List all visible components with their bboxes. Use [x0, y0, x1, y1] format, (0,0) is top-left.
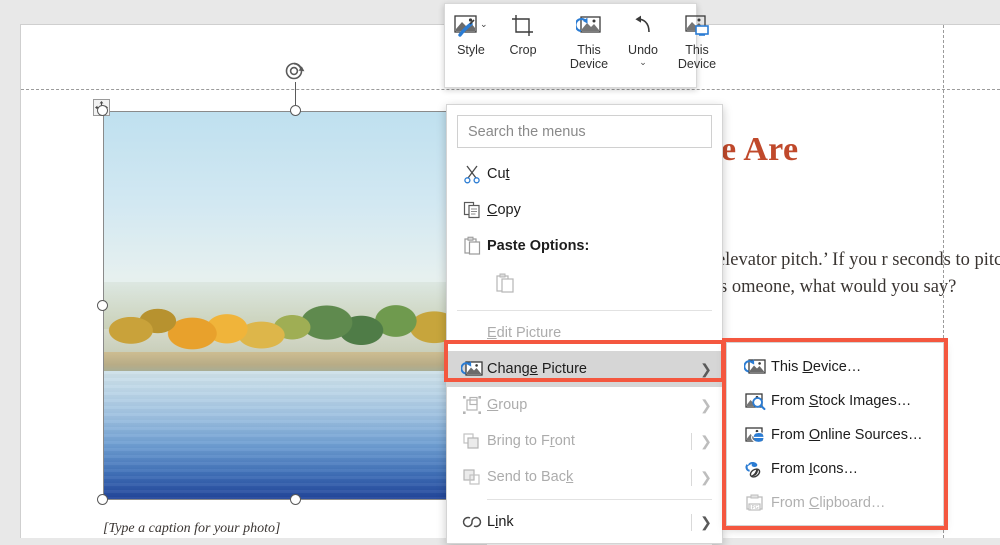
rotate-handle[interactable] — [284, 60, 306, 82]
from-clipboard-icon: JPG — [739, 493, 771, 513]
mini-toolbar-group-picture: This Device Undo ⌄ Th — [561, 4, 725, 87]
resize-handle-sw[interactable] — [97, 494, 108, 505]
picture-mini-toolbar[interactable]: ⌄ Style Crop — [444, 3, 697, 88]
menu-item-bring-to-front-label: Bring to Front — [487, 433, 691, 449]
chevron-right-icon: ❯ — [698, 469, 714, 486]
menu-item-cut-label: Cut — [487, 166, 714, 182]
picture-style-icon: ⌄ — [454, 13, 488, 39]
mini-toolbar-group-format: ⌄ Style Crop — [445, 4, 549, 87]
picture-treeline — [104, 282, 488, 359]
submenu-item-from-icons[interactable]: From Icons… — [727, 452, 943, 486]
menu-item-link[interactable]: Link ❯ — [447, 504, 722, 540]
link-icon — [457, 513, 487, 531]
menu-item-divider — [691, 469, 692, 486]
this-device-icon — [739, 357, 771, 377]
clipboard-icon — [457, 236, 487, 256]
picture-autumn-lake[interactable] — [103, 111, 489, 500]
menu-item-change-picture-label: Change Picture — [487, 361, 698, 377]
chevron-right-icon: ❯ — [698, 433, 714, 450]
menu-item-paste-options-label: Paste Options: — [487, 238, 714, 254]
picture-context-menu[interactable]: Search the menus Cut Copy — [446, 104, 723, 544]
crop-icon — [511, 13, 535, 39]
svg-text:⌄: ⌄ — [480, 20, 488, 30]
submenu-item-from-stock-images[interactable]: From Stock Images… — [727, 384, 943, 418]
resize-handle-s[interactable] — [290, 494, 301, 505]
menu-item-divider — [691, 433, 692, 450]
submenu-item-from-clipboard: JPG From Clipboard… — [727, 486, 943, 520]
menu-separator — [457, 310, 712, 311]
submenu-item-this-device-label: This Device… — [771, 359, 861, 375]
paste-options-row[interactable] — [447, 264, 722, 306]
chevron-right-icon: ❯ — [698, 514, 714, 531]
menu-item-change-picture[interactable]: Change Picture ❯ — [447, 351, 722, 387]
submenu-item-this-device[interactable]: This Device… — [727, 350, 943, 384]
picture-lake — [104, 371, 488, 499]
from-icons-icon — [739, 459, 771, 479]
picture-style-label: Style — [457, 43, 485, 57]
copy-icon — [457, 200, 487, 220]
crop-button[interactable]: Crop — [497, 4, 549, 57]
page-heading: e Are — [721, 131, 798, 169]
send-to-back-icon — [457, 467, 487, 487]
bring-to-front-icon — [457, 431, 487, 451]
change-picture-this-device-button[interactable]: This Device — [561, 4, 617, 71]
menu-item-group: Group ❯ — [447, 387, 722, 423]
undo-chevron-down-icon[interactable]: ⌄ — [639, 58, 647, 66]
menu-item-bring-to-front: Bring to Front ❯ — [447, 423, 722, 459]
resize-handle-n[interactable] — [290, 105, 301, 116]
change-picture-submenu[interactable]: This Device… From Stock Images… From Onl — [726, 342, 944, 526]
undo-icon — [630, 13, 656, 39]
menu-item-edit-picture-label: Edit Picture — [487, 325, 714, 341]
menu-item-cut[interactable]: Cut — [447, 156, 722, 192]
picture-style-button[interactable]: ⌄ Style — [445, 4, 497, 57]
submenu-item-from-stock-images-label: From Stock Images… — [771, 393, 911, 409]
menu-item-copy[interactable]: Copy — [447, 192, 722, 228]
menu-item-paste-options[interactable]: Paste Options: — [447, 228, 722, 264]
resize-handle-w[interactable] — [97, 300, 108, 311]
menu-item-copy-label: Copy — [487, 202, 714, 218]
menu-item-link-label: Link — [487, 514, 691, 530]
insert-picture-device-icon — [684, 13, 710, 39]
menu-item-group-label: Group — [487, 397, 698, 413]
scissors-icon — [457, 164, 487, 184]
change-picture-device-icon — [576, 13, 602, 39]
menu-item-divider — [691, 514, 692, 531]
menu-separator — [487, 499, 712, 500]
insert-picture-device-label: This Device — [675, 43, 719, 71]
submenu-item-from-online-sources[interactable]: From Online Sources… — [727, 418, 943, 452]
picture-caption-placeholder[interactable]: [Type a caption for your photo] — [103, 521, 280, 537]
insert-picture-this-device-button[interactable]: This Device — [669, 4, 725, 71]
undo-button[interactable]: Undo ⌄ — [617, 4, 669, 66]
crop-label: Crop — [509, 43, 536, 57]
search-input[interactable]: Search the menus — [457, 115, 712, 148]
online-sources-icon — [739, 425, 771, 445]
chevron-right-icon: ❯ — [698, 397, 714, 414]
change-picture-device-label: This Device — [567, 43, 611, 71]
menu-item-edit-picture: Edit Picture — [447, 315, 722, 351]
submenu-item-from-clipboard-label: From Clipboard… — [771, 495, 885, 511]
chevron-right-icon: ❯ — [698, 361, 714, 378]
submenu-item-from-online-sources-label: From Online Sources… — [771, 427, 923, 443]
resize-handle-nw[interactable] — [97, 105, 108, 116]
search-placeholder: Search the menus — [468, 124, 586, 140]
menu-item-send-to-back-label: Send to Back — [487, 469, 691, 485]
margin-guide-top — [21, 89, 1000, 90]
selected-picture-frame[interactable] — [103, 111, 489, 500]
change-picture-icon — [457, 359, 487, 379]
undo-label: Undo — [628, 43, 658, 57]
svg-text:JPG: JPG — [749, 505, 759, 511]
stock-images-icon — [739, 391, 771, 411]
submenu-item-from-icons-label: From Icons… — [771, 461, 858, 477]
paste-keep-source-formatting-icon[interactable] — [495, 272, 515, 299]
menu-item-send-to-back: Send to Back ❯ — [447, 459, 722, 495]
group-icon — [457, 395, 487, 415]
